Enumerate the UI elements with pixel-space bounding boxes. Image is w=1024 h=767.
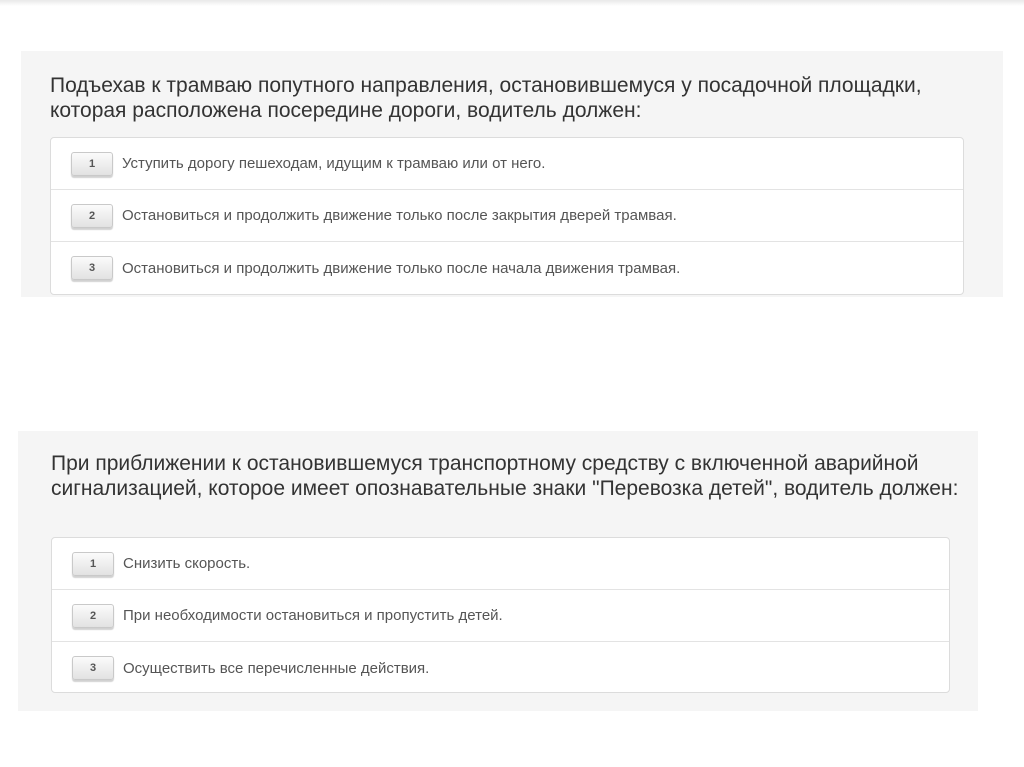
answer-text: Снизить скорость. xyxy=(123,555,251,572)
question-text: Подъехав к трамваю попутного направления… xyxy=(50,74,922,122)
question-text: При приближении к остановившемуся трансп… xyxy=(51,452,959,500)
answer-option-3[interactable]: 3 Осуществить все перечисленные действия… xyxy=(52,642,949,694)
answer-option-3[interactable]: 3 Остановиться и продолжить движение тол… xyxy=(51,242,963,294)
answer-number-button[interactable]: 1 xyxy=(72,551,114,576)
question-card-2: При приближении к остановившемуся трансп… xyxy=(18,431,978,711)
answer-text: Остановиться и продолжить движение тольк… xyxy=(122,259,681,277)
answer-option-2[interactable]: 2 Остановиться и продолжить движение тол… xyxy=(51,190,963,242)
answer-number-button[interactable]: 3 xyxy=(71,256,113,280)
answer-number-button[interactable]: 1 xyxy=(71,151,113,176)
answer-text: При необходимости остановиться и пропуст… xyxy=(123,607,503,624)
answer-option-1[interactable]: 1 Уступить дорогу пешеходам, идущим к тр… xyxy=(51,138,963,190)
answer-list: 1 Снизить скорость. 2 При необходимости … xyxy=(51,537,950,693)
answer-number-button[interactable]: 2 xyxy=(71,203,113,228)
top-divider xyxy=(0,0,1024,6)
answer-text: Уступить дорогу пешеходам, идущим к трам… xyxy=(122,155,546,172)
answer-number-button[interactable]: 3 xyxy=(72,656,114,680)
answer-text: Осуществить все перечисленные действия. xyxy=(123,659,430,677)
question-card-1: Подъехав к трамваю попутного направления… xyxy=(21,51,1003,297)
answer-option-2[interactable]: 2 При необходимости остановиться и пропу… xyxy=(52,590,949,642)
answer-option-1[interactable]: 1 Снизить скорость. xyxy=(52,538,949,590)
answer-text: Остановиться и продолжить движение тольк… xyxy=(122,207,677,224)
answer-list: 1 Уступить дорогу пешеходам, идущим к тр… xyxy=(50,137,964,295)
answer-number-button[interactable]: 2 xyxy=(72,603,114,628)
